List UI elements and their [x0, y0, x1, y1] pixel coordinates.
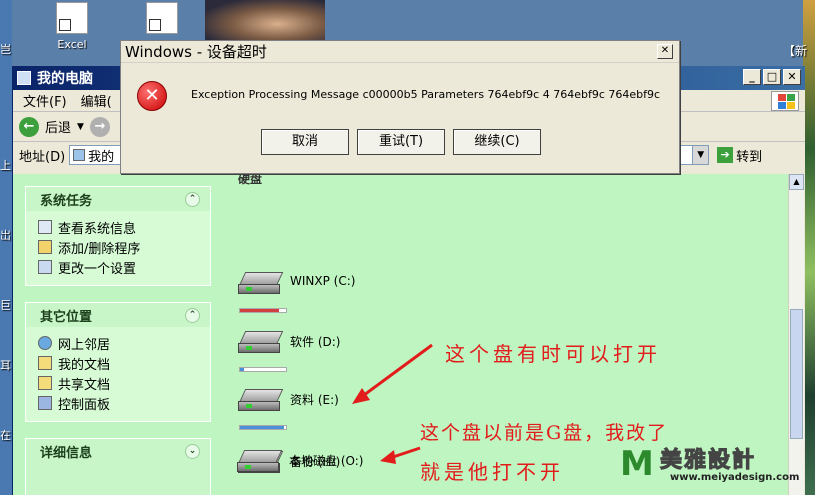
annotation-o-drive-line1: 这个盘以前是G盘，我改了	[420, 422, 669, 444]
address-label: 地址(D)	[19, 149, 66, 165]
forward-arrow-icon[interactable]: →	[89, 116, 110, 137]
computer-icon	[73, 149, 86, 161]
chevron-down-icon[interactable]: ▼	[77, 122, 84, 132]
windows-logo-icon	[771, 91, 799, 111]
error-dialog: Windows - 设备超时 ✕ ✕ Exception Processing …	[120, 40, 680, 174]
panel-title: 详细信息	[40, 445, 93, 461]
panel-header[interactable]: 其它位置 ⌃	[26, 303, 210, 327]
maximize-button[interactable]: □	[763, 69, 781, 85]
scrollbar-thumb[interactable]	[790, 309, 803, 439]
details-panel: 详细信息 ⌄	[25, 438, 211, 495]
system-info-icon	[38, 220, 52, 234]
watermark-url: www.meiyadesign.com	[670, 472, 800, 483]
folder-icon	[38, 356, 52, 370]
place-label: 网上邻居	[58, 337, 111, 353]
drive-usage-bar	[239, 425, 287, 430]
place-label: 共享文档	[58, 377, 111, 393]
dialog-close-button[interactable]: ✕	[657, 44, 673, 59]
drive-c[interactable]: WINXP (C:)	[238, 270, 355, 296]
desktop-fragment-text: 巨	[0, 299, 11, 312]
scroll-up-icon[interactable]: ▲	[789, 174, 804, 190]
control-panel-icon	[38, 396, 52, 410]
error-icon: ✕	[137, 81, 167, 111]
annotation-o-drive-line2: 就是他打不开	[420, 460, 564, 484]
drive-label: 软件 (D:)	[290, 335, 341, 349]
desktop-fragment-text: 上	[0, 159, 11, 172]
desktop-left-strip	[0, 0, 12, 495]
task-label: 查看系统信息	[58, 221, 137, 237]
watermark-logo: M	[620, 444, 654, 484]
watermark: M 美雅設計 www.meiyadesign.com	[620, 442, 805, 492]
continue-button[interactable]: 继续(C)	[453, 129, 541, 155]
chevron-down-icon[interactable]: ▼	[692, 146, 709, 164]
panel-title: 系统任务	[40, 193, 93, 209]
back-button-label[interactable]: 后退	[45, 117, 71, 136]
address-value: 我的	[88, 149, 115, 165]
other-places-panel: 其它位置 ⌃ 网上邻居 我的文档 共享文档 控制面板	[25, 302, 211, 422]
desktop-fragment-text: 耳	[0, 359, 11, 372]
task-label: 添加/删除程序	[58, 241, 141, 257]
hard-drive-icon	[237, 448, 283, 474]
place-label: 控制面板	[58, 397, 111, 413]
place-label: 我的文档	[58, 357, 111, 373]
task-view-system-info[interactable]: 查看系统信息	[38, 217, 202, 237]
panel-header[interactable]: 详细信息 ⌄	[26, 439, 210, 463]
hard-drive-icon	[238, 270, 284, 296]
system-tasks-panel: 系统任务 ⌃ 查看系统信息 添加/删除程序 更改一个设置	[25, 186, 211, 286]
desktop-fragment-text: 在	[0, 429, 11, 442]
desktop-fragment-text: 岀	[0, 229, 11, 242]
drive-o[interactable]: 本地磁盘 (O:)	[237, 448, 363, 474]
dialog-title-bar[interactable]: Windows - 设备超时	[121, 41, 679, 63]
settings-icon	[38, 260, 52, 274]
expand-icon[interactable]: ⌄	[185, 443, 200, 459]
place-shared-documents[interactable]: 共享文档	[38, 373, 202, 393]
my-computer-icon	[17, 71, 31, 85]
task-label: 更改一个设置	[58, 261, 137, 277]
go-button[interactable]: ➔ 转到	[717, 146, 762, 165]
drive-d[interactable]: 软件 (D:)	[238, 329, 340, 355]
desktop-icon-shortcut[interactable]	[132, 0, 192, 38]
desktop-fragment-text: 岂	[0, 43, 11, 56]
drive-label: WINXP (C:)	[290, 274, 356, 288]
close-button[interactable]: ✕	[783, 69, 801, 85]
folder-icon	[38, 376, 52, 390]
desktop-wallpaper-photo	[205, 0, 325, 40]
drive-usage-bar	[239, 367, 287, 372]
window-title: 我的电脑	[37, 71, 93, 87]
collapse-icon[interactable]: ⌃	[185, 191, 200, 207]
excel-shortcut-icon	[56, 2, 88, 34]
go-arrow-icon: ➔	[717, 147, 734, 163]
hard-drive-icon	[238, 387, 284, 413]
drive-label: 本地磁盘 (O:)	[289, 454, 364, 468]
place-my-documents[interactable]: 我的文档	[38, 353, 202, 373]
minimize-button[interactable]: _	[743, 69, 761, 85]
desktop-right-tag: 【新	[783, 44, 808, 58]
place-network[interactable]: 网上邻居	[38, 333, 202, 353]
menu-file[interactable]: 文件(F)	[23, 91, 67, 110]
desktop-icon-label: Excel	[57, 38, 87, 51]
panel-header[interactable]: 系统任务 ⌃	[26, 187, 210, 211]
back-arrow-icon[interactable]: ←	[19, 116, 39, 137]
cancel-button[interactable]: 取消	[261, 129, 349, 155]
task-add-remove-programs[interactable]: 添加/删除程序	[38, 237, 202, 257]
desktop-icon-excel[interactable]: Excel	[42, 0, 102, 51]
add-remove-icon	[38, 240, 52, 254]
menu-edit[interactable]: 编辑(	[81, 91, 112, 110]
document-shortcut-icon	[146, 2, 178, 34]
annotation-h-drive: 这个盘有时可以打开	[445, 342, 661, 366]
place-control-panel[interactable]: 控制面板	[38, 393, 202, 413]
task-change-setting[interactable]: 更改一个设置	[38, 257, 202, 277]
panel-title: 其它位置	[40, 309, 93, 325]
drive-label: 资料 (E:)	[290, 393, 339, 407]
dialog-message: Exception Processing Message c00000b5 Pa…	[191, 88, 661, 101]
drive-e[interactable]: 资料 (E:)	[238, 387, 339, 413]
retry-button[interactable]: 重试(T)	[357, 129, 445, 155]
watermark-name: 美雅設計	[659, 448, 757, 474]
drive-usage-bar	[239, 308, 287, 313]
collapse-icon[interactable]: ⌃	[185, 307, 200, 323]
hard-drive-icon	[238, 329, 284, 355]
go-label: 转到	[736, 149, 763, 165]
dialog-title: Windows - 设备超时	[125, 43, 267, 61]
network-icon	[38, 336, 52, 350]
